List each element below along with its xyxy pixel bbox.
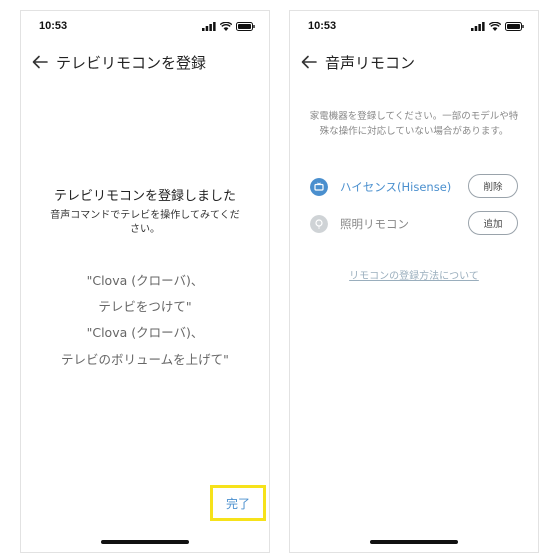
success-headline: テレビリモコンを登録しました: [53, 189, 236, 204]
system-icons: [202, 22, 255, 31]
tv-icon: [310, 178, 328, 196]
voice-command-line: テレビをつけて": [98, 299, 192, 314]
battery-icon: [236, 22, 255, 31]
app-header: 音声リモコン: [290, 51, 538, 75]
back-arrow-icon[interactable]: [31, 53, 49, 71]
status-bar: 10:53: [21, 20, 269, 36]
status-time: 10:53: [308, 20, 337, 32]
voice-command-line: テレビのボリュームを上げて": [61, 352, 229, 367]
add-button[interactable]: 追加: [468, 211, 518, 235]
home-indicator: [101, 540, 189, 544]
device-name: 照明リモコン: [340, 217, 409, 231]
device-name: ハイセンス(Hisense): [340, 180, 452, 194]
battery-icon: [505, 22, 524, 31]
delete-button[interactable]: 削除: [468, 174, 518, 198]
instruction-text: 家電機器を登録してください。一部のモデルや特殊な操作に対応していない場合がありま…: [309, 111, 519, 137]
signal-icon: [471, 22, 485, 31]
done-button[interactable]: 完了: [210, 485, 266, 521]
voice-remote-screen: 10:53 音声リモコン 家電機器を登録してください。一部のモデルや特殊な操作に…: [289, 10, 539, 553]
voice-command-line: "Clova (クローバ)、: [86, 273, 204, 288]
device-row-hisense: ハイセンス(Hisense) 削除: [290, 174, 538, 200]
back-arrow-icon[interactable]: [300, 53, 318, 71]
delete-button-label: 削除: [483, 182, 503, 193]
page-title: テレビリモコンを登録: [56, 54, 207, 72]
voice-command-line: "Clova (クローバ)、: [86, 325, 204, 340]
done-button-label: 完了: [225, 496, 250, 511]
add-button-label: 追加: [483, 219, 503, 230]
app-header: テレビリモコンを登録: [21, 51, 269, 75]
wifi-icon: [489, 22, 501, 31]
page-title: 音声リモコン: [325, 54, 416, 72]
status-time: 10:53: [39, 20, 68, 32]
system-icons: [471, 22, 524, 31]
tv-remote-registered-screen: 10:53 テレビリモコンを登録 テレビリモコンを登録しました 音声コマンドでテ…: [20, 10, 270, 553]
lightbulb-icon: [310, 215, 328, 233]
success-subtext: 音声コマンドでテレビを操作してみてください。: [50, 210, 240, 235]
home-indicator: [370, 540, 458, 544]
signal-icon: [202, 22, 216, 31]
status-bar: 10:53: [290, 20, 538, 36]
device-row-light: 照明リモコン 追加: [290, 211, 538, 237]
wifi-icon: [220, 22, 232, 31]
registration-help-link[interactable]: リモコンの登録方法について: [290, 267, 538, 282]
